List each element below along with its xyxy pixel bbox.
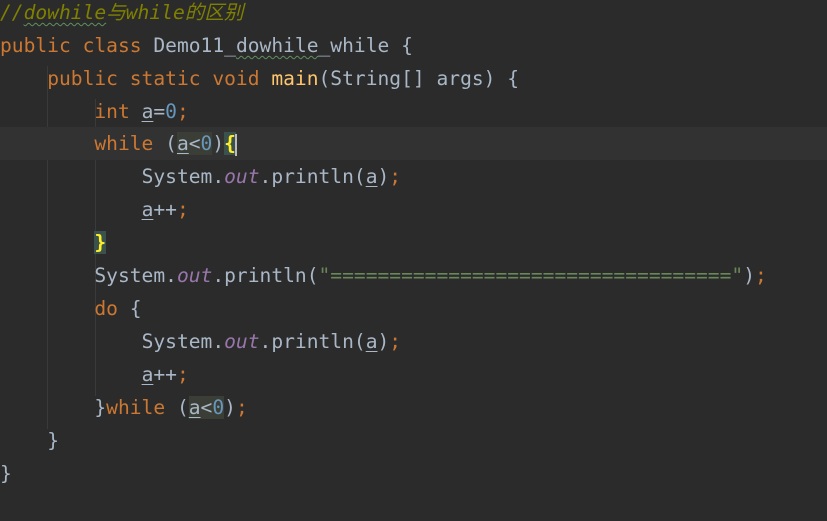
system-class: System. xyxy=(141,165,225,188)
number-literal: 0 xyxy=(165,100,177,123)
increment-operator: ++ xyxy=(153,363,177,386)
semicolon: ; xyxy=(389,330,402,353)
println-call: .println( xyxy=(259,165,366,188)
comment-prefix: // xyxy=(0,1,24,24)
variable-a: a xyxy=(365,165,378,188)
semicolon: ; xyxy=(176,198,189,221)
close-paren: ) xyxy=(377,165,390,188)
variable-a: a xyxy=(141,363,154,386)
increment-operator: ++ xyxy=(153,198,177,221)
keyword-void: void xyxy=(212,67,260,90)
code-line-12[interactable]: a++; xyxy=(0,358,827,391)
out-field: out xyxy=(224,330,260,353)
semicolon: ; xyxy=(176,100,189,123)
class-name-part-3: _while xyxy=(318,34,390,57)
variable-a: a xyxy=(188,396,201,419)
close-brace: } xyxy=(47,429,59,452)
keyword-do: do xyxy=(94,297,118,320)
method-params: (String[] args) xyxy=(318,67,496,90)
less-than-operator: < xyxy=(200,396,213,419)
code-line-4[interactable]: int a=0; xyxy=(0,95,827,128)
less-than-operator: < xyxy=(188,132,201,155)
semicolon: ; xyxy=(754,264,767,287)
variable-a: a xyxy=(141,100,154,123)
close-paren: ) xyxy=(743,264,755,287)
close-brace: } xyxy=(0,462,12,485)
code-line-15[interactable]: } xyxy=(0,457,827,490)
code-line-2[interactable]: public class Demo11_dowhile_while { xyxy=(0,29,827,62)
code-line-5[interactable]: while (a<0){ xyxy=(0,127,827,160)
code-line-1[interactable]: //dowhile与while的区别 xyxy=(0,0,827,29)
close-brace-matched: } xyxy=(94,231,107,254)
println-call: .println( xyxy=(259,330,366,353)
code-line-14[interactable]: } xyxy=(0,424,827,457)
close-brace: } xyxy=(94,396,107,419)
code-editor[interactable]: //dowhile与while的区别 public class Demo11_d… xyxy=(0,0,827,521)
out-field: out xyxy=(224,165,260,188)
keyword-public: public xyxy=(0,34,71,57)
code-line-8[interactable]: } xyxy=(0,226,827,259)
keyword-public: public xyxy=(47,67,118,90)
open-brace: { xyxy=(507,67,520,90)
keyword-while: while xyxy=(106,396,166,419)
variable-a: a xyxy=(141,198,154,221)
variable-a: a xyxy=(365,330,378,353)
semicolon: ; xyxy=(176,363,189,386)
code-line-11[interactable]: System.out.println(a); xyxy=(0,325,827,358)
keyword-class: class xyxy=(82,34,142,57)
code-line-13[interactable]: }while (a<0); xyxy=(0,391,827,424)
number-literal: 0 xyxy=(200,132,213,155)
code-line-10[interactable]: do { xyxy=(0,292,827,325)
keyword-while: while xyxy=(94,132,154,155)
out-field: out xyxy=(176,264,213,287)
semicolon: ; xyxy=(389,165,402,188)
semicolon: ; xyxy=(235,396,248,419)
close-paren: ) xyxy=(212,132,225,155)
system-class: System. xyxy=(94,264,177,287)
code-line-6[interactable]: System.out.println(a); xyxy=(0,160,827,193)
keyword-int: int xyxy=(94,100,130,123)
println-call: .println( xyxy=(212,264,319,287)
system-class: System. xyxy=(141,330,225,353)
comment-word: dowhile xyxy=(23,1,107,24)
variable-a: a xyxy=(176,132,189,155)
open-brace: { xyxy=(401,34,413,57)
number-literal: 0 xyxy=(212,396,225,419)
string-literal: "==================================" xyxy=(318,264,744,287)
assign-operator: = xyxy=(153,100,166,123)
code-line-9[interactable]: System.out.println("====================… xyxy=(0,259,827,292)
text-caret xyxy=(234,133,237,156)
class-name-part-2: dowhile xyxy=(235,34,319,57)
open-brace: { xyxy=(129,297,142,320)
class-name-part-1: Demo11_ xyxy=(153,34,236,57)
method-name: main xyxy=(271,67,319,90)
comment-rest: 与while的区别 xyxy=(106,1,244,24)
close-paren: ) xyxy=(224,396,236,419)
code-line-7[interactable]: a++; xyxy=(0,193,827,226)
open-paren: ( xyxy=(176,396,189,419)
close-paren: ) xyxy=(377,330,390,353)
code-line-3[interactable]: public static void main(String[] args) { xyxy=(0,62,827,95)
keyword-static: static xyxy=(129,67,201,90)
open-paren: ( xyxy=(165,132,177,155)
